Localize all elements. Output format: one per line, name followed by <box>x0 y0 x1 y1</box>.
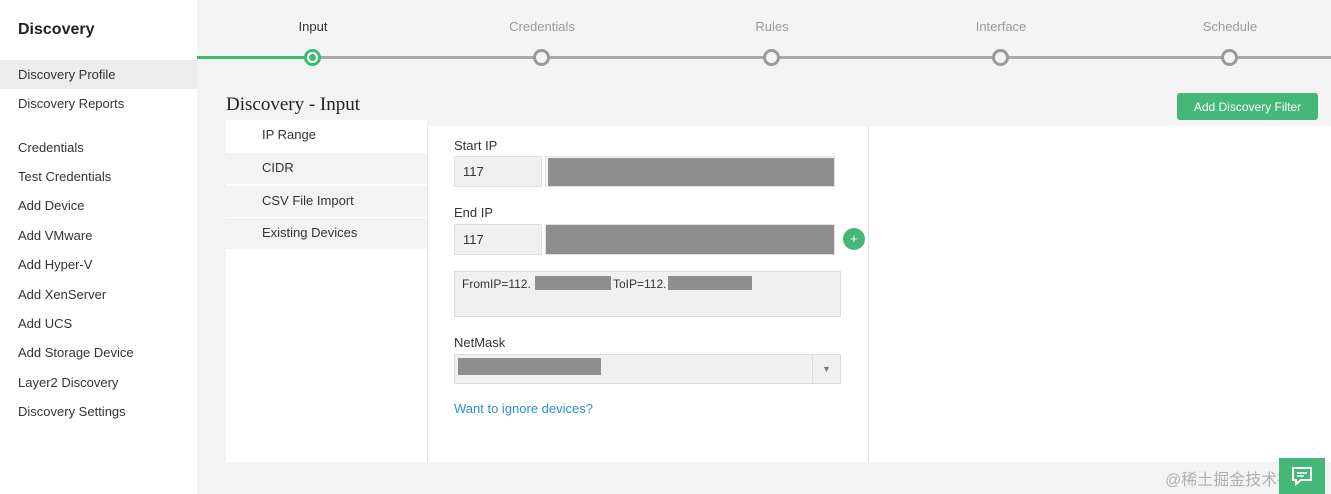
sidebar: Discovery Discovery Profile Discovery Re… <box>0 0 197 494</box>
tab-existing-devices[interactable]: Existing Devices <box>226 218 427 250</box>
sidebar-item-test-credentials[interactable]: Test Credentials <box>0 162 197 191</box>
sidebar-item-credentials[interactable]: Credentials <box>0 133 197 162</box>
chat-button[interactable] <box>1279 458 1325 494</box>
redacted-value <box>535 276 611 290</box>
add-range-button[interactable]: + <box>843 228 865 250</box>
sidebar-item-add-device[interactable]: Add Device <box>0 191 197 220</box>
range-from-text: FromIP=112. <box>462 277 531 291</box>
end-ip-octet-field[interactable]: 117 <box>454 224 542 255</box>
sidebar-item-add-ucs[interactable]: Add UCS <box>0 309 197 338</box>
chevron-down-icon: ▼ <box>812 355 840 383</box>
sidebar-item-discovery-profile[interactable]: Discovery Profile <box>0 60 197 89</box>
netmask-label: NetMask <box>454 335 506 350</box>
range-to-text: ToIP=112. <box>613 277 667 291</box>
sidebar-item-add-vmware[interactable]: Add VMware <box>0 221 197 250</box>
wizard-track-progress <box>197 56 312 59</box>
start-ip-octet-field[interactable]: 117 <box>454 156 542 187</box>
ignore-devices-link[interactable]: Want to ignore devices? <box>454 401 593 416</box>
add-discovery-filter-button[interactable]: Add Discovery Filter <box>1177 93 1318 120</box>
sidebar-item-layer2-discovery[interactable]: Layer2 Discovery <box>0 368 197 397</box>
wizard-step-credentials-dot[interactable] <box>533 49 550 66</box>
wizard-step-schedule-dot[interactable] <box>1221 49 1238 66</box>
sidebar-item-discovery-reports[interactable]: Discovery Reports <box>0 89 197 118</box>
wizard-step-input-label[interactable]: Input <box>243 19 383 34</box>
wizard-step-schedule-label[interactable]: Schedule <box>1160 19 1300 34</box>
sidebar-item-add-storage-device[interactable]: Add Storage Device <box>0 338 197 367</box>
wizard-step-rules-dot[interactable] <box>763 49 780 66</box>
wizard-step-interface-dot[interactable] <box>992 49 1009 66</box>
redacted-value <box>546 225 834 254</box>
tab-csv-file-import[interactable]: CSV File Import <box>226 186 427 218</box>
wizard-step-input-dot[interactable] <box>304 49 321 66</box>
end-ip-remaining-field[interactable] <box>545 224 835 255</box>
sidebar-title: Discovery <box>18 21 95 38</box>
sidebar-item-discovery-settings[interactable]: Discovery Settings <box>0 397 197 426</box>
redacted-value <box>668 276 752 290</box>
panel-divider <box>868 126 869 462</box>
panel-divider <box>427 126 428 462</box>
netmask-select[interactable]: ▼ <box>454 354 841 384</box>
wizard-steps: Input Credentials Rules Interface Schedu… <box>197 0 1331 70</box>
end-ip-label: End IP <box>454 205 494 220</box>
sidebar-item-add-hyper-v[interactable]: Add Hyper-V <box>0 250 197 279</box>
ip-range-summary: FromIP=112. ToIP=112. <box>454 271 841 317</box>
sidebar-item-add-xenserver[interactable]: Add XenServer <box>0 280 197 309</box>
chat-bubble-icon <box>1292 467 1312 487</box>
start-ip-remaining-field[interactable] <box>545 156 835 187</box>
redacted-value <box>548 158 834 186</box>
page-title: Discovery - Input <box>226 94 361 115</box>
wizard-step-rules-label[interactable]: Rules <box>702 19 842 34</box>
tab-ip-range[interactable]: IP Range <box>226 120 427 152</box>
tab-cidr[interactable]: CIDR <box>226 153 427 185</box>
wizard-step-interface-label[interactable]: Interface <box>931 19 1071 34</box>
redacted-value <box>458 358 601 375</box>
start-ip-label: Start IP <box>454 138 498 153</box>
wizard-step-credentials-label[interactable]: Credentials <box>472 19 612 34</box>
